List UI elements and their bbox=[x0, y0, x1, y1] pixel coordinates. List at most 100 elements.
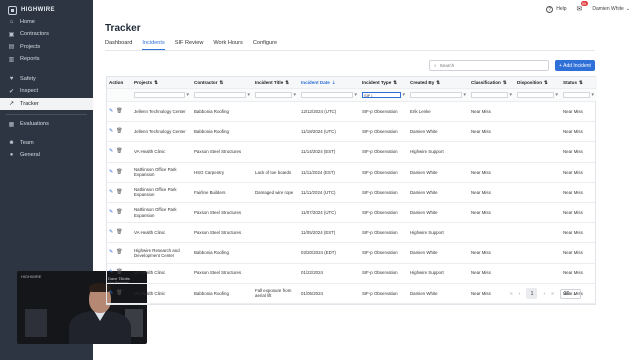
delete-icon[interactable]: 🗑 bbox=[116, 169, 122, 175]
filter-input-created-by[interactable] bbox=[410, 92, 462, 98]
table-row[interactable]: ✎ 🗑 Nathinson Office Park Expansion Fairlin… bbox=[107, 183, 595, 203]
filter-input-disposition[interactable] bbox=[517, 92, 554, 98]
filter-input-incident-title[interactable] bbox=[255, 92, 292, 98]
edit-icon[interactable]: ✎ bbox=[109, 209, 113, 215]
table-row[interactable]: ✎ 🗑 VA Health Clinic Paxson Steel Structure… bbox=[107, 223, 595, 244]
first-page-button[interactable]: « bbox=[510, 291, 513, 297]
tab-configure[interactable]: Configure bbox=[253, 40, 277, 50]
delete-icon[interactable]: 🗑 bbox=[116, 290, 122, 296]
filter-input-classification[interactable] bbox=[471, 92, 508, 98]
help-button[interactable]: ? Help bbox=[546, 5, 567, 13]
sidebar-item-general[interactable]: ● General bbox=[0, 149, 93, 161]
sidebar-item-evaluations[interactable]: ▦ Evaluations bbox=[0, 118, 93, 130]
column-header-status[interactable]: Status ⇅ bbox=[561, 77, 597, 88]
nav-group-safety: ♥ Safety ✔ Inspect ↗ Tracker bbox=[0, 73, 93, 119]
table-row[interactable]: ✎ 🗑 VA Health Clinic Paxson Steel Structure… bbox=[107, 142, 595, 163]
sidebar-item-contractors[interactable]: ▣ Contractors bbox=[0, 28, 93, 40]
cell-disposition bbox=[515, 142, 561, 161]
filter-icon[interactable]: ▼ bbox=[247, 92, 251, 97]
column-header-incident-title[interactable]: Incident Title ⇅ bbox=[253, 77, 299, 88]
filter-icon[interactable]: ▼ bbox=[591, 92, 595, 97]
filter-icon[interactable]: ▼ bbox=[186, 92, 190, 97]
last-page-button[interactable]: » bbox=[551, 291, 554, 297]
sort-icon[interactable]: ⇅ bbox=[219, 80, 223, 85]
column-header-disposition[interactable]: Disposition ⇅ bbox=[515, 77, 561, 88]
home-icon: ⌂ bbox=[9, 19, 14, 26]
sort-icon[interactable]: ⇅ bbox=[154, 80, 158, 85]
edit-icon[interactable]: ✎ bbox=[109, 149, 113, 154]
table-row[interactable]: ✎ 🗑 Nathinson Office Park Expansion HSG Car… bbox=[107, 163, 595, 183]
edit-icon[interactable]: ✎ bbox=[109, 290, 113, 296]
filter-input-incident-type[interactable]: SIF | bbox=[362, 92, 401, 98]
sort-icon[interactable]: ⇅ bbox=[544, 80, 548, 85]
edit-icon[interactable]: ✎ bbox=[109, 189, 113, 195]
edit-icon[interactable]: ✎ bbox=[109, 229, 113, 235]
column-header-classification[interactable]: Classification ⇅ bbox=[469, 77, 515, 88]
cell-classification: Near Miss bbox=[471, 290, 491, 296]
sidebar-item-inspect[interactable]: ✔ Inspect bbox=[0, 85, 93, 97]
filter-input-projects[interactable] bbox=[134, 92, 185, 98]
delete-icon[interactable]: 🗑 bbox=[116, 108, 122, 114]
table-row[interactable]: ✎ 🗑 Highwire Research and Development Cent… bbox=[107, 243, 595, 264]
tab-incidents[interactable]: Incidents bbox=[142, 40, 165, 50]
column-header-incident-date[interactable]: Incident Date ⇣ bbox=[299, 77, 360, 88]
edit-icon[interactable]: ✎ bbox=[109, 108, 113, 114]
sidebar-item-safety[interactable]: ♥ Safety bbox=[0, 73, 93, 85]
delete-icon[interactable]: 🗑 bbox=[116, 149, 122, 154]
filter-input-contractor[interactable] bbox=[194, 92, 246, 98]
sort-icon[interactable]: ⇅ bbox=[579, 80, 583, 85]
edit-icon[interactable]: ✎ bbox=[109, 128, 113, 134]
delete-icon[interactable]: 🗑 bbox=[116, 229, 122, 235]
sidebar-item-reports[interactable]: ▥ Reports bbox=[0, 53, 93, 65]
column-header-created-by[interactable]: Created By ⇅ bbox=[408, 77, 469, 88]
filter-icon[interactable]: ▼ bbox=[402, 92, 406, 97]
tab-work-hours[interactable]: Work Hours bbox=[213, 40, 242, 50]
filter-icon[interactable]: ▼ bbox=[555, 92, 559, 97]
row-actions: ✎ 🗑 bbox=[107, 243, 132, 262]
sort-desc-icon[interactable]: ⇣ bbox=[332, 80, 336, 85]
tab-sif-review[interactable]: SIF Review bbox=[175, 40, 204, 50]
delete-icon[interactable]: 🗑 bbox=[116, 270, 122, 275]
sort-icon[interactable]: ⇅ bbox=[436, 80, 440, 85]
table-row[interactable]: ✎ 🗑 Nathinson Office Park Expansion Paxson … bbox=[107, 203, 595, 224]
delete-icon[interactable]: 🗑 bbox=[116, 250, 122, 255]
filter-icon[interactable]: ▼ bbox=[293, 92, 297, 97]
table-row[interactable]: ✎ 🗑 Jellenn Technology Center Babbonia Roof… bbox=[107, 102, 595, 123]
search-box[interactable]: ⌕ bbox=[429, 60, 549, 71]
tab-dashboard[interactable]: Dashboard bbox=[105, 40, 132, 50]
sort-icon[interactable]: ⇅ bbox=[393, 80, 397, 85]
add-incident-button[interactable]: + Add Incident bbox=[555, 60, 595, 71]
prev-page-button[interactable]: ‹ bbox=[519, 291, 521, 297]
filter-icon[interactable]: ▼ bbox=[509, 92, 513, 97]
user-menu[interactable]: Damien White ⌄ bbox=[592, 6, 630, 12]
sidebar-item-projects[interactable]: ▤ Projects bbox=[0, 41, 93, 53]
filter-icon[interactable]: ▼ bbox=[354, 92, 358, 97]
filter-input-incident-date[interactable] bbox=[301, 92, 353, 98]
search-input[interactable] bbox=[439, 63, 540, 68]
sort-icon[interactable]: ⇅ bbox=[503, 80, 507, 85]
edit-icon[interactable]: ✎ bbox=[109, 250, 113, 255]
delete-icon[interactable]: 🗑 bbox=[116, 128, 122, 134]
current-page[interactable]: 1 bbox=[526, 288, 538, 299]
edit-icon[interactable]: ✎ bbox=[109, 169, 113, 175]
page-size-select[interactable]: 20 ⌄ bbox=[559, 288, 581, 299]
filter-input-status[interactable] bbox=[563, 92, 590, 98]
edit-icon[interactable]: ✎ bbox=[109, 270, 113, 275]
delete-icon[interactable]: 🗑 bbox=[116, 189, 122, 195]
notifications-button[interactable]: ✉ 99 bbox=[577, 1, 588, 13]
column-header-contractor[interactable]: Contractor ⇅ bbox=[192, 77, 253, 88]
filter-cell: ▼ bbox=[561, 89, 597, 101]
table-filter-row: ▼ ▼ ▼ ▼ SIF | ▼ ▼ ▼ ▼ ▼ bbox=[107, 89, 597, 102]
table-row[interactable]: ✎ 🗑 Jellenn Technology Center Babbonia Roof… bbox=[107, 122, 595, 143]
delete-icon[interactable]: 🗑 bbox=[116, 209, 122, 215]
column-header-incident-type[interactable]: Incident Type ⇅ bbox=[360, 77, 408, 88]
sidebar-item-team[interactable]: ☻ Team bbox=[0, 137, 93, 149]
filter-icon[interactable]: ▼ bbox=[463, 92, 467, 97]
sort-icon[interactable]: ⇅ bbox=[285, 80, 289, 85]
cell-created-by: Highwire Support bbox=[410, 270, 444, 276]
sidebar-item-home[interactable]: ⌂ Home bbox=[0, 16, 93, 28]
table-row[interactable]: ✎ 🗑 VA Health Clinic Paxson Steel Structure… bbox=[107, 264, 595, 284]
next-page-button[interactable]: › bbox=[543, 291, 545, 297]
column-header-projects[interactable]: Projects ⇅ bbox=[132, 77, 192, 88]
sidebar-item-tracker[interactable]: ↗ Tracker bbox=[0, 97, 93, 110]
